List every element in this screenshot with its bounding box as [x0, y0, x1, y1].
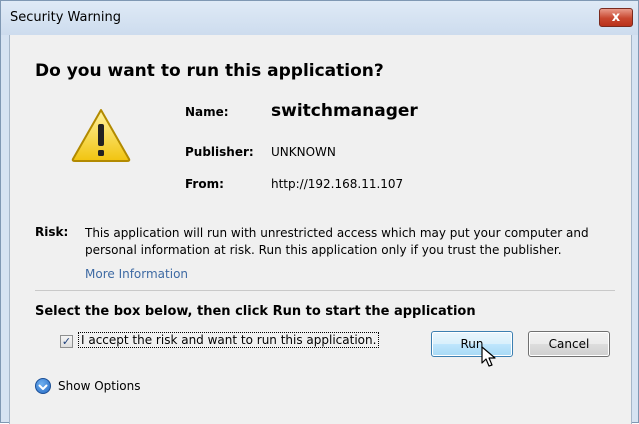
publisher-value: UNKNOWN: [271, 145, 336, 159]
security-warning-window: Security Warning x Do you want to run th…: [0, 0, 639, 424]
checkmark-icon: ✓: [61, 335, 72, 348]
warning-icon: [71, 109, 131, 162]
more-information-link[interactable]: More Information: [85, 267, 188, 281]
mouse-pointer-icon: [481, 346, 496, 367]
dialog-body: Do you want to run this application? Nam…: [9, 35, 632, 424]
name-label: Name:: [185, 105, 229, 119]
dialog-heading: Do you want to run this application?: [35, 61, 384, 81]
name-value: switchmanager: [271, 101, 418, 121]
risk-label: Risk:: [35, 225, 69, 239]
run-button[interactable]: Run: [431, 331, 513, 357]
accept-risk-label[interactable]: I accept the risk and want to run this a…: [78, 332, 380, 348]
close-button[interactable]: x: [599, 8, 633, 27]
risk-description: This application will run with unrestric…: [85, 226, 589, 257]
chevron-down-icon[interactable]: [35, 378, 51, 394]
title-bar[interactable]: Security Warning x: [1, 1, 638, 35]
window-title: Security Warning: [10, 10, 121, 25]
select-box-instruction: Select the box below, then click Run to …: [35, 304, 476, 319]
accept-risk-checkbox[interactable]: ✓: [60, 335, 73, 348]
divider: [35, 290, 615, 291]
from-label: From:: [185, 177, 224, 191]
cancel-button[interactable]: Cancel: [528, 331, 610, 357]
from-value: http://192.168.11.107: [271, 177, 404, 191]
close-icon: x: [611, 10, 621, 25]
publisher-label: Publisher:: [185, 145, 254, 159]
show-options-toggle[interactable]: Show Options: [58, 379, 141, 393]
chevron-down-glyph: [38, 384, 48, 390]
